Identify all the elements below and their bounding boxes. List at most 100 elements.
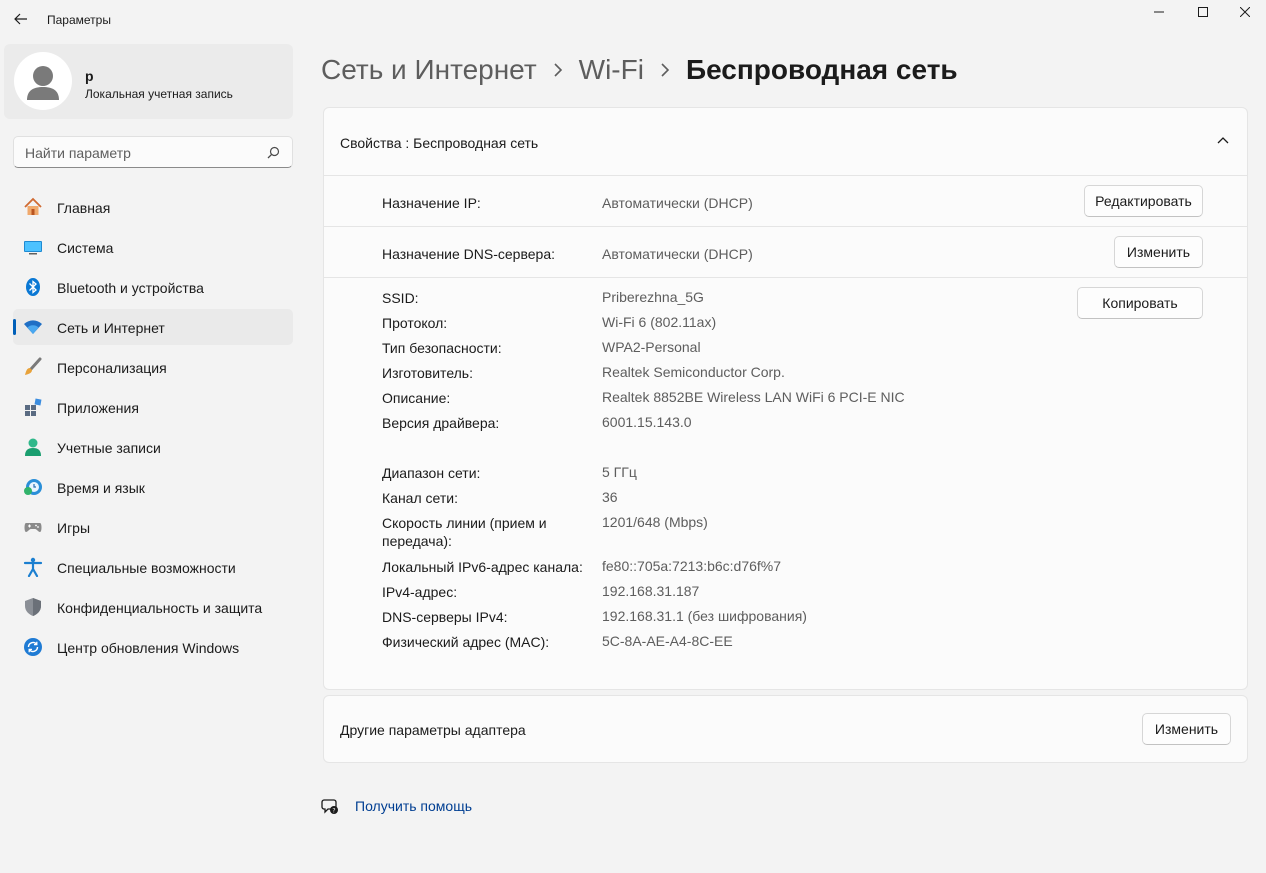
properties-card-title: Свойства : Беспроводная сеть xyxy=(340,135,539,151)
property-label: SSID: xyxy=(382,290,419,306)
sidebar-item-label: Приложения xyxy=(57,400,139,416)
sidebar-item-bluetooth[interactable]: Bluetooth и устройства xyxy=(13,269,293,305)
dns-assignment-value: Автоматически (DHCP) xyxy=(602,246,753,262)
property-label: Локальный IPv6-адрес канала: xyxy=(382,559,583,575)
property-label: Скорость линии (прием и передача): xyxy=(382,515,547,549)
property-value: Realtek Semiconductor Corp. xyxy=(602,364,785,380)
help-icon: ? xyxy=(321,799,338,815)
adapter-settings-label: Другие параметры адаптера xyxy=(340,722,526,738)
property-label: Версия драйвера: xyxy=(382,415,500,431)
property-value: 5C-8A-AE-A4-8C-EE xyxy=(602,633,733,649)
sidebar-item-accessibility[interactable]: Специальные возможности xyxy=(13,549,293,585)
sidebar-item-home[interactable]: Главная xyxy=(13,189,293,225)
dns-assignment-label: Назначение DNS-сервера: xyxy=(382,246,555,262)
page-title: Беспроводная сеть xyxy=(685,54,958,85)
property-value: 192.168.31.1 (без шифрования) xyxy=(602,608,807,624)
svg-text:?: ? xyxy=(332,808,335,815)
sidebar-item-label: Центр обновления Windows xyxy=(57,640,240,656)
property-value: 36 xyxy=(602,489,618,505)
ip-assignment-row: Назначение IP: Автоматически (DHCP) Реда… xyxy=(324,176,1247,227)
sidebar-item-personalization[interactable]: Персонализация xyxy=(13,349,293,385)
property-label: Тип безопасности: xyxy=(382,340,502,356)
sidebar-item-system[interactable]: Система xyxy=(13,229,293,265)
property-label: IPv4-адрес: xyxy=(382,584,458,600)
title-bar: Параметры xyxy=(0,0,1266,40)
update-icon xyxy=(23,637,43,657)
ip-assignment-label: Назначение IP: xyxy=(382,195,481,211)
back-arrow-icon xyxy=(14,13,27,25)
properties-card: Свойства : Беспроводная сеть Назначение … xyxy=(323,107,1248,690)
get-help-link[interactable]: Получить помощь xyxy=(355,798,472,814)
ip-assignment-value: Автоматически (DHCP) xyxy=(602,195,753,211)
maximize-button[interactable] xyxy=(1180,0,1226,24)
property-label: Изготовитель: xyxy=(382,365,473,381)
user-avatar-icon xyxy=(27,66,59,100)
property-value: WPA2-Personal xyxy=(602,339,701,355)
search-icon xyxy=(267,146,280,159)
accessibility-icon xyxy=(23,557,43,577)
app-title: Параметры xyxy=(47,13,111,27)
breadcrumb-network[interactable]: Сеть и Интернет xyxy=(321,54,537,86)
search-box[interactable]: Найти параметр xyxy=(13,136,293,168)
edit-dns-button[interactable]: Изменить xyxy=(1114,236,1203,268)
edit-ip-button[interactable]: Редактировать xyxy=(1084,185,1203,217)
properties-card-header[interactable]: Свойства : Беспроводная сеть xyxy=(324,108,1247,176)
help-section: ? Получить помощь xyxy=(321,797,472,815)
adapter-settings-card: Другие параметры адаптера Изменить xyxy=(323,695,1248,763)
bluetooth-icon xyxy=(23,277,43,297)
property-label: Физический адрес (MAC): xyxy=(382,634,550,650)
close-icon xyxy=(1240,7,1250,17)
property-value: Realtek 8852BE Wireless LAN WiFi 6 PCI-E… xyxy=(602,389,905,405)
property-value: 5 ГГц xyxy=(602,464,637,480)
wifi-icon xyxy=(23,317,43,337)
property-label: Канал сети: xyxy=(382,490,458,506)
breadcrumb: Сеть и Интернет Wi-Fi Беспроводная сеть xyxy=(321,54,958,86)
back-button[interactable] xyxy=(8,6,34,32)
property-label: DNS-серверы IPv4: xyxy=(382,609,508,625)
chevron-up-icon[interactable] xyxy=(1217,136,1229,144)
close-button[interactable] xyxy=(1222,0,1266,24)
sidebar-item-label: Учетные записи xyxy=(57,440,161,456)
brush-icon xyxy=(23,357,43,377)
sidebar-item-label: Сеть и Интернет xyxy=(57,320,165,336)
search-input[interactable]: Найти параметр xyxy=(25,145,131,161)
home-icon xyxy=(23,197,43,217)
sidebar-item-time-language[interactable]: Время и язык xyxy=(13,469,293,505)
sidebar-item-gaming[interactable]: Игры xyxy=(13,509,293,545)
sidebar-item-label: Bluetooth и устройства xyxy=(57,280,204,296)
sidebar-item-label: Персонализация xyxy=(57,360,167,376)
property-value: Priberezhna_5G xyxy=(602,289,704,305)
property-label: Диапазон сети: xyxy=(382,465,481,481)
profile-name: р xyxy=(85,68,94,84)
minimize-icon xyxy=(1154,11,1164,13)
copy-button[interactable]: Копировать xyxy=(1077,287,1203,319)
sidebar-item-network[interactable]: Сеть и Интернет xyxy=(13,309,293,345)
apps-icon xyxy=(23,397,43,417)
breadcrumb-wifi[interactable]: Wi-Fi xyxy=(579,54,644,86)
shield-icon xyxy=(23,597,43,617)
property-value: 6001.15.143.0 xyxy=(602,414,692,430)
sidebar-item-label: Специальные возможности xyxy=(57,560,236,576)
sidebar-item-accounts[interactable]: Учетные записи xyxy=(13,429,293,465)
dns-assignment-row: Назначение DNS-сервера: Автоматически (D… xyxy=(324,227,1247,278)
property-value: fe80::705a:7213:b6c:d76f%7 xyxy=(602,558,782,574)
sidebar-item-windows-update[interactable]: Центр обновления Windows xyxy=(13,629,293,665)
time-language-icon xyxy=(23,477,43,497)
maximize-icon xyxy=(1198,7,1208,17)
sidebar-item-privacy[interactable]: Конфиденциальность и защита xyxy=(13,589,293,625)
profile-account-type: Локальная учетная запись xyxy=(85,87,233,101)
user-profile[interactable]: р Локальная учетная запись xyxy=(4,44,293,119)
sidebar-nav: Главная Система Bluetooth и устройства С… xyxy=(13,189,293,669)
system-icon xyxy=(23,237,43,257)
sidebar-item-label: Время и язык xyxy=(57,480,145,496)
property-value: 192.168.31.187 xyxy=(602,583,700,599)
sidebar-item-label: Игры xyxy=(57,520,91,536)
gamepad-icon xyxy=(23,517,43,537)
sidebar-item-apps[interactable]: Приложения xyxy=(13,389,293,425)
minimize-button[interactable] xyxy=(1136,0,1182,24)
sidebar-item-label: Главная xyxy=(57,200,111,216)
chevron-right-icon xyxy=(660,63,670,77)
adapter-change-button[interactable]: Изменить xyxy=(1142,713,1231,745)
property-label: Протокол: xyxy=(382,315,448,331)
accounts-icon xyxy=(23,437,43,457)
